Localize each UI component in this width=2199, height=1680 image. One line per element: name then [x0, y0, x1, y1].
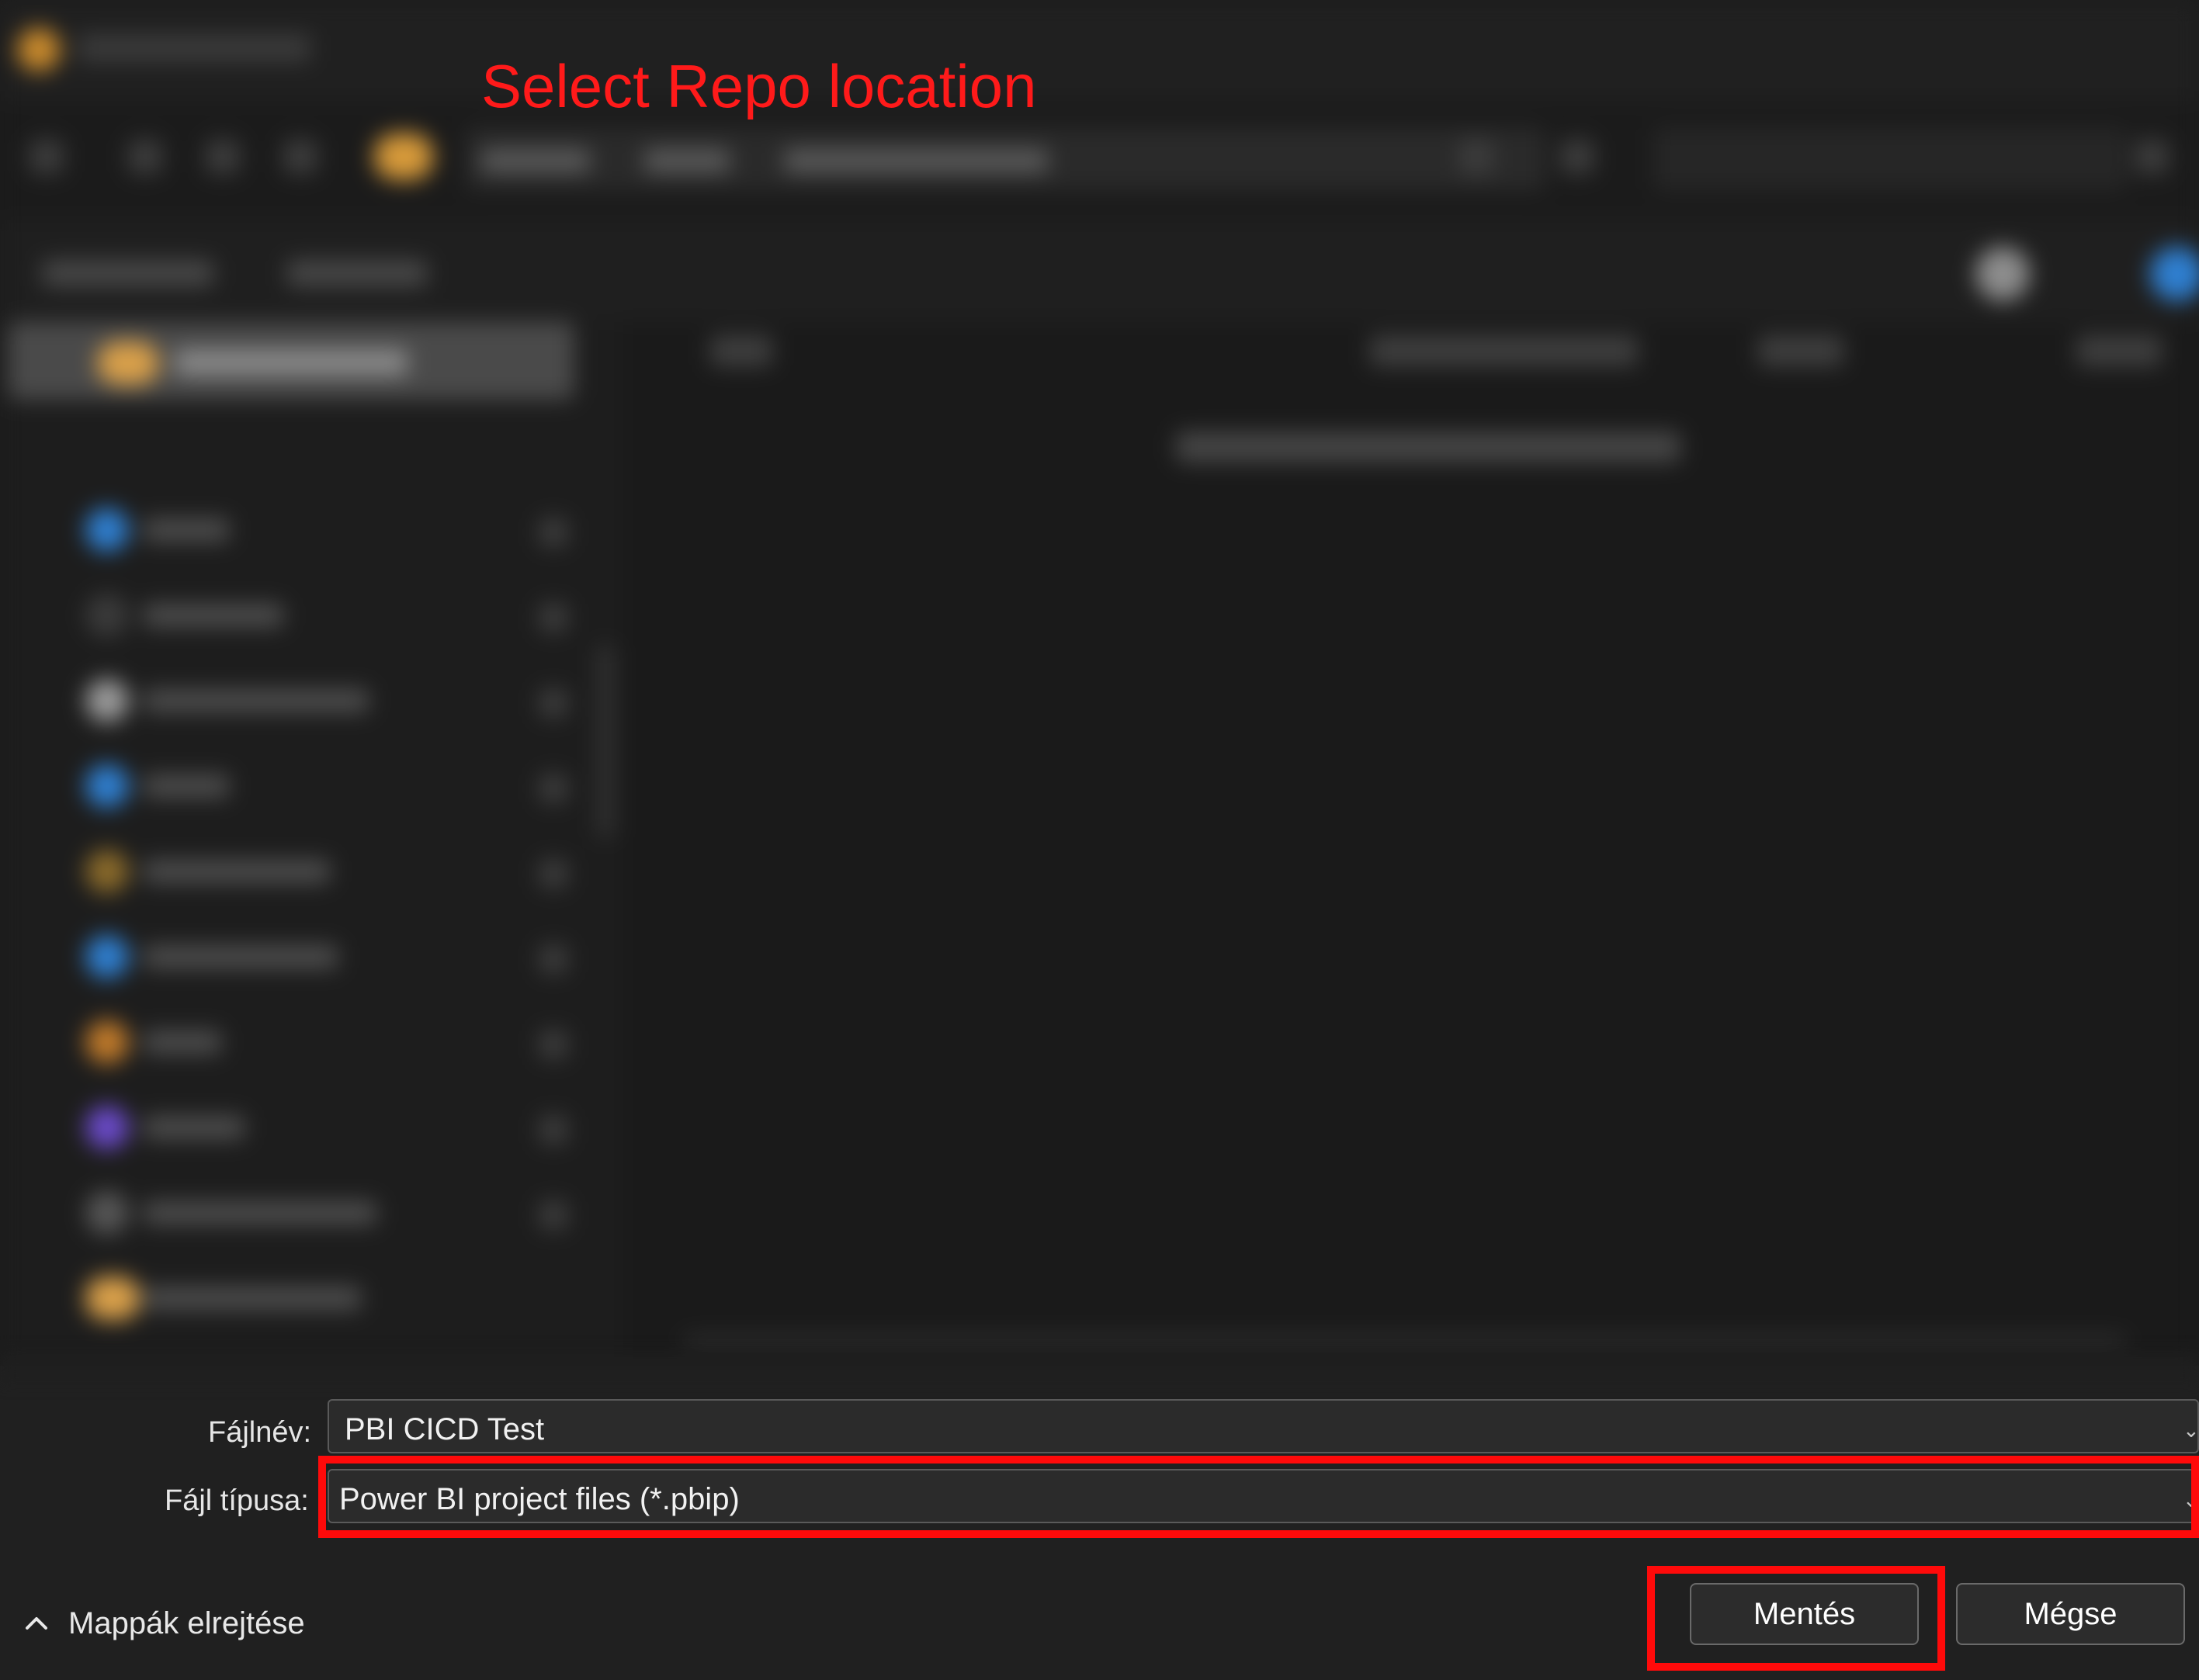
file-list-pane	[621, 322, 2199, 1366]
hide-folders-label: Mappák elrejtése	[68, 1606, 305, 1640]
pin-icon	[539, 1031, 567, 1058]
drive-icon	[85, 850, 129, 893]
pin-icon	[539, 604, 567, 632]
forward-arrow-icon[interactable]	[128, 140, 162, 174]
drive-icon	[85, 1191, 129, 1235]
pin-icon	[539, 518, 567, 546]
save-as-dialog: Select Repo location Fájlnév: PBI CICD T…	[0, 0, 2199, 1680]
cloud-icon	[85, 508, 129, 552]
column-header-size[interactable]	[2076, 335, 2162, 366]
organize-menu[interactable]	[43, 260, 213, 286]
hide-folders-toggle[interactable]: Mappák elrejtése	[23, 1602, 305, 1645]
file-list-scrollbar[interactable]	[683, 1335, 2127, 1349]
chevron-down-icon[interactable]	[1459, 140, 1493, 174]
sidebar-item[interactable]	[144, 1201, 376, 1224]
sidebar-item[interactable]	[144, 689, 369, 712]
sidebar-item[interactable]	[144, 1116, 245, 1139]
sidebar-item[interactable]	[144, 774, 229, 798]
chevron-down-icon[interactable]	[206, 140, 240, 174]
music-icon	[85, 1106, 129, 1149]
filename-value: PBI CICD Test	[345, 1412, 545, 1446]
sidebar-item[interactable]	[144, 604, 283, 627]
folder-icon	[374, 133, 433, 180]
pin-icon	[539, 689, 567, 717]
folder-icon	[85, 1276, 140, 1320]
column-header-name[interactable]	[710, 335, 772, 366]
chevron-up-icon	[23, 1610, 50, 1637]
help-icon[interactable]	[2150, 247, 2199, 301]
pictures-icon	[85, 764, 129, 808]
sidebar-scrollbar[interactable]	[598, 644, 613, 838]
sidebar-item[interactable]	[144, 518, 229, 542]
cloud-icon	[85, 935, 129, 979]
breadcrumb-segment[interactable]	[481, 149, 590, 172]
blurred-dialog-body	[0, 0, 2199, 1366]
pin-icon	[539, 774, 567, 802]
sidebar-item[interactable]	[144, 945, 338, 968]
search-icon[interactable]	[2135, 140, 2169, 174]
save-highlight-box	[1647, 1566, 1945, 1671]
back-arrow-icon[interactable]	[29, 140, 64, 174]
filetype-label: Fájl típusa:	[165, 1484, 309, 1517]
breadcrumb-segment[interactable]	[644, 149, 730, 172]
download-icon	[85, 594, 129, 637]
filename-label: Fájlnév:	[208, 1416, 312, 1449]
cancel-button[interactable]: Mégse	[1956, 1583, 2185, 1645]
new-folder-button[interactable]	[287, 260, 427, 286]
sidebar-item[interactable]	[144, 1287, 361, 1310]
view-options-icon[interactable]	[1975, 247, 2030, 301]
document-icon	[85, 679, 129, 722]
up-arrow-icon[interactable]	[283, 140, 317, 174]
pin-icon	[539, 1116, 567, 1144]
pin-icon	[539, 945, 567, 973]
empty-folder-message	[1176, 431, 1680, 462]
breadcrumb-segment[interactable]	[784, 149, 1048, 172]
folder-icon	[85, 1020, 129, 1064]
sidebar-item[interactable]	[144, 1031, 221, 1054]
filename-field[interactable]	[328, 1399, 2199, 1453]
pin-icon	[539, 1201, 567, 1229]
annotation-title: Select Repo location	[481, 52, 1037, 120]
search-input[interactable]	[1653, 128, 2127, 190]
column-header-date[interactable]	[1370, 335, 1638, 366]
sidebar-item[interactable]	[144, 860, 330, 883]
refresh-icon[interactable]	[1560, 140, 1594, 174]
folder-icon	[97, 341, 159, 385]
window-title	[78, 34, 310, 62]
chevron-down-icon[interactable]: ⌄	[2183, 1420, 2199, 1440]
app-logo-icon	[17, 28, 61, 71]
column-header-type[interactable]	[1758, 335, 1843, 366]
filetype-highlight-box	[318, 1456, 2199, 1538]
footer-divider	[0, 1354, 2199, 1381]
pin-icon	[539, 860, 567, 888]
title-bar	[0, 0, 2199, 101]
sidebar-item-label	[175, 349, 408, 376]
